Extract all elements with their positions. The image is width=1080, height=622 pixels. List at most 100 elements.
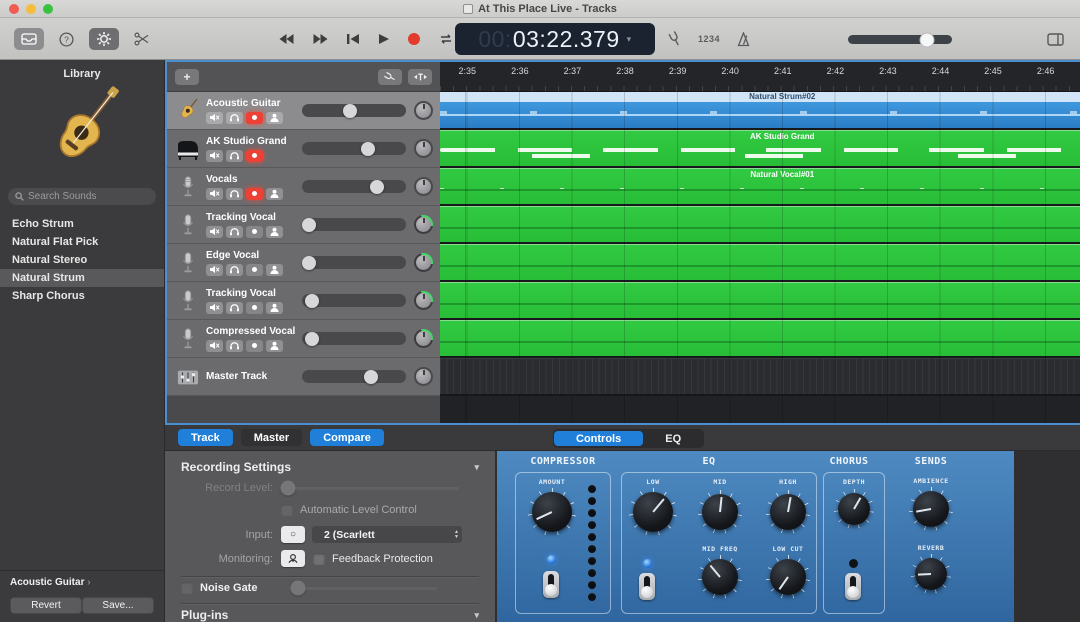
compare-button[interactable]: Compare xyxy=(310,429,384,446)
close-button[interactable] xyxy=(9,4,19,14)
volume-slider[interactable] xyxy=(302,180,406,193)
record-enable-button[interactable] xyxy=(246,340,263,352)
lcd-display[interactable]: 00:03:22.379 ▾ xyxy=(455,23,655,55)
monitoring-button[interactable] xyxy=(281,550,305,567)
solo-button[interactable] xyxy=(226,150,243,162)
amount-knob[interactable] xyxy=(528,488,576,536)
depth-knob[interactable] xyxy=(834,489,874,529)
volume-slider[interactable] xyxy=(302,370,406,383)
quick-help-button[interactable]: ? xyxy=(59,32,74,47)
feedback-protection-checkbox[interactable] xyxy=(313,553,325,565)
cycle-button[interactable] xyxy=(438,33,454,45)
zoom-button[interactable] xyxy=(43,4,53,14)
patch-item[interactable]: Sharp Chorus xyxy=(0,287,164,305)
audio-region[interactable] xyxy=(440,206,1080,242)
input-monitor-button[interactable] xyxy=(266,188,283,200)
low-cut-knob[interactable] xyxy=(766,555,810,599)
input-monitor-button[interactable] xyxy=(266,264,283,276)
solo-button[interactable] xyxy=(226,188,243,200)
volume-slider[interactable] xyxy=(302,294,406,307)
eq-power-switch[interactable] xyxy=(639,573,655,600)
noise-gate-slider[interactable] xyxy=(289,587,437,590)
input-format-button[interactable]: ○ xyxy=(281,526,305,543)
noise-gate-checkbox[interactable] xyxy=(181,582,193,594)
pan-knob[interactable] xyxy=(414,291,433,310)
metronome-button[interactable] xyxy=(736,32,751,47)
mid-knob[interactable] xyxy=(698,490,742,534)
tab-track[interactable]: Track xyxy=(178,429,233,446)
track-header-master[interactable]: Master Track xyxy=(167,358,440,396)
track-header-tracking-vocal[interactable]: Tracking Vocal xyxy=(167,206,440,244)
stepper-icon[interactable]: ▲▼ xyxy=(454,530,459,540)
go-to-beginning-button[interactable] xyxy=(346,33,360,45)
mute-button[interactable] xyxy=(206,112,223,124)
midi-region-ak-studio-grand[interactable]: AK Studio Grand xyxy=(440,130,1080,166)
volume-slider[interactable] xyxy=(302,218,406,231)
catch-playhead-button[interactable] xyxy=(408,69,432,85)
pan-knob[interactable] xyxy=(414,177,433,196)
track-tuner-button[interactable] xyxy=(378,69,402,85)
audio-region[interactable] xyxy=(440,244,1080,280)
record-enable-button[interactable] xyxy=(246,150,263,162)
input-select[interactable]: 2 (Scarlett ▲▼ xyxy=(312,526,462,543)
track-header-ak-studio-grand[interactable]: AK Studio Grand xyxy=(167,130,440,168)
forward-button[interactable] xyxy=(312,33,329,45)
chevron-down-icon[interactable]: ▾ xyxy=(474,462,479,473)
media-browser-button[interactable] xyxy=(1047,33,1064,46)
audio-region[interactable] xyxy=(440,320,1080,356)
volume-slider[interactable] xyxy=(302,104,406,117)
audio-region-natural-strum[interactable]: Natural Strum#02 xyxy=(440,92,1080,128)
low-knob[interactable] xyxy=(629,488,677,536)
volume-thumb[interactable] xyxy=(302,218,316,232)
mid-freq-knob[interactable] xyxy=(698,555,742,599)
solo-button[interactable] xyxy=(226,302,243,314)
volume-thumb[interactable] xyxy=(343,104,357,118)
track-header-compressed-vocal[interactable]: Compressed Vocal xyxy=(167,320,440,358)
master-volume-slider[interactable] xyxy=(848,35,952,44)
rewind-button[interactable] xyxy=(278,33,295,45)
current-patch-breadcrumb[interactable]: Acoustic Guitar › xyxy=(10,577,154,588)
pan-knob[interactable] xyxy=(414,139,433,158)
mute-button[interactable] xyxy=(206,264,223,276)
count-in-button[interactable]: 1234 xyxy=(698,34,720,44)
pan-knob[interactable] xyxy=(414,253,433,272)
chevron-down-icon[interactable]: ▾ xyxy=(627,34,632,45)
volume-thumb[interactable] xyxy=(364,370,378,384)
ambience-knob[interactable] xyxy=(909,487,953,531)
volume-thumb[interactable] xyxy=(305,294,319,308)
pan-knob[interactable] xyxy=(414,215,433,234)
noise-gate-thumb[interactable] xyxy=(291,581,306,596)
solo-button[interactable] xyxy=(226,264,243,276)
tab-controls[interactable]: Controls xyxy=(554,431,643,446)
pan-knob[interactable] xyxy=(414,101,433,120)
volume-thumb[interactable] xyxy=(305,332,319,346)
track-header-vocals[interactable]: Vocals xyxy=(167,168,440,206)
input-monitor-button[interactable] xyxy=(266,226,283,238)
record-enable-button[interactable] xyxy=(246,112,263,124)
master-track-lane[interactable] xyxy=(440,358,1080,394)
mute-button[interactable] xyxy=(206,188,223,200)
solo-button[interactable] xyxy=(226,226,243,238)
audio-region[interactable] xyxy=(440,282,1080,318)
editors-button[interactable] xyxy=(134,32,149,46)
library-toggle-button[interactable] xyxy=(14,28,44,50)
auto-level-checkbox[interactable] xyxy=(281,504,293,516)
play-button[interactable] xyxy=(377,33,390,45)
chorus-power-switch[interactable] xyxy=(845,573,861,600)
volume-slider[interactable] xyxy=(302,256,406,269)
record-button[interactable] xyxy=(407,32,421,46)
volume-thumb[interactable] xyxy=(302,256,316,270)
patch-item-selected[interactable]: Natural Strum xyxy=(0,269,164,287)
pan-knob[interactable] xyxy=(414,367,433,386)
solo-button[interactable] xyxy=(226,112,243,124)
track-header-acoustic-guitar[interactable]: Acoustic Guitar xyxy=(167,92,440,130)
audio-region-natural-vocal[interactable]: Natural Vocal#01 xyxy=(440,168,1080,204)
tab-eq[interactable]: EQ xyxy=(643,433,703,445)
mute-button[interactable] xyxy=(206,302,223,314)
tab-master[interactable]: Master xyxy=(241,429,302,446)
revert-button[interactable]: Revert xyxy=(10,597,82,614)
volume-thumb[interactable] xyxy=(920,32,935,47)
reverb-knob[interactable] xyxy=(911,554,951,594)
timeline[interactable]: 2:35 2:36 2:37 2:38 2:39 2:40 2:41 2:42 … xyxy=(440,62,1080,423)
mute-button[interactable] xyxy=(206,340,223,352)
